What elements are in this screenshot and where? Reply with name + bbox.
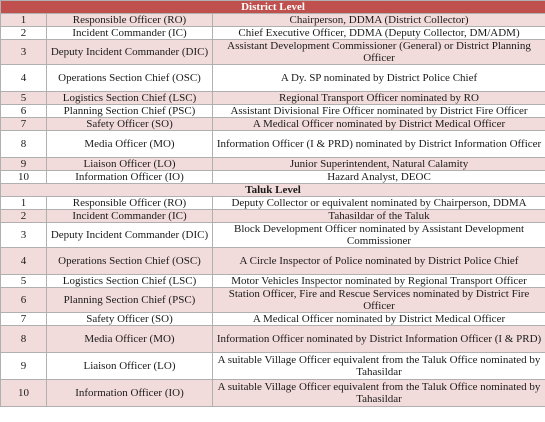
row-number: 4	[0, 247, 47, 275]
role-cell: Deputy Incident Commander (DIC)	[46, 222, 213, 248]
assignee-cell: A suitable Village Officer equivalent fr…	[211, 352, 545, 380]
role-cell: Operations Section Chief (OSC)	[46, 64, 213, 92]
role-cell: Incident Commander (IC)	[46, 26, 213, 40]
role-cell: Logistics Section Chief (LSC)	[46, 274, 213, 288]
table-row: 3 Deputy Incident Commander (DIC) Assist…	[0, 39, 545, 65]
row-number: 2	[0, 26, 47, 40]
table-row: 7 Safety Officer (SO) A Medical Officer …	[0, 312, 545, 326]
assignee-cell: A Medical Officer nominated by District …	[211, 312, 545, 326]
role-cell: Safety Officer (SO)	[46, 312, 213, 326]
row-number: 5	[0, 274, 47, 288]
table-row: 10 Information Officer (IO) A suitable V…	[0, 379, 545, 407]
table-row: 4 Operations Section Chief (OSC) A Dy. S…	[0, 64, 545, 92]
table-row: 6 Planning Section Chief (PSC) Station O…	[0, 287, 545, 313]
table-row: 8 Media Officer (MO) Information Officer…	[0, 130, 545, 158]
row-number: 7	[0, 117, 47, 131]
assignee-cell: Assistant Development Commissioner (Gene…	[211, 39, 545, 65]
row-number: 9	[0, 352, 47, 380]
role-cell: Information Officer (IO)	[46, 379, 213, 407]
role-cell: Deputy Incident Commander (DIC)	[46, 39, 213, 65]
assignee-cell: A Medical Officer nominated by District …	[211, 117, 545, 131]
assignee-cell: Information Officer nominated by Distric…	[211, 325, 545, 353]
assignee-cell: A Dy. SP nominated by District Police Ch…	[211, 64, 545, 92]
taluk-level-heading: Taluk Level	[0, 183, 545, 197]
table-row: 1 Responsible Officer (RO) Chairperson, …	[0, 13, 545, 27]
row-number: 1	[0, 13, 47, 27]
assignee-cell: A suitable Village Officer equivalent fr…	[211, 379, 545, 407]
role-cell: Operations Section Chief (OSC)	[46, 247, 213, 275]
role-cell: Liaison Officer (LO)	[46, 157, 213, 171]
row-number: 8	[0, 130, 47, 158]
row-number: 1	[0, 196, 47, 210]
assignee-cell: Tahasildar of the Taluk	[211, 209, 545, 223]
role-cell: Responsible Officer (RO)	[46, 13, 213, 27]
assignee-cell: Junior Superintendent, Natural Calamity	[211, 157, 545, 171]
assignee-cell: Deputy Collector or equivalent nominated…	[211, 196, 545, 210]
assignee-cell: Motor Vehicles Inspector nominated by Re…	[211, 274, 545, 288]
table-row: 1 Responsible Officer (RO) Deputy Collec…	[0, 196, 545, 210]
row-number: 6	[0, 287, 47, 313]
table-row: 5 Logistics Section Chief (LSC) Motor Ve…	[0, 274, 545, 288]
role-cell: Responsible Officer (RO)	[46, 196, 213, 210]
assignee-cell: Block Development Officer nominated by A…	[211, 222, 545, 248]
table-row: 2 Incident Commander (IC) Chief Executiv…	[0, 26, 545, 40]
role-cell: Planning Section Chief (PSC)	[46, 104, 213, 118]
role-cell: Media Officer (MO)	[46, 130, 213, 158]
row-number: 8	[0, 325, 47, 353]
row-number: 7	[0, 312, 47, 326]
table-row: 9 Liaison Officer (LO) A suitable Villag…	[0, 352, 545, 380]
role-cell: Incident Commander (IC)	[46, 209, 213, 223]
row-number: 10	[0, 170, 47, 184]
row-number: 5	[0, 91, 47, 105]
assignee-cell: Hazard Analyst, DEOC	[211, 170, 545, 184]
table-row: 7 Safety Officer (SO) A Medical Officer …	[0, 117, 545, 131]
assignee-cell: Regional Transport Officer nominated by …	[211, 91, 545, 105]
row-number: 10	[0, 379, 47, 407]
table-row: 10 Information Officer (IO) Hazard Analy…	[0, 170, 545, 184]
row-number: 4	[0, 64, 47, 92]
table-row: 4 Operations Section Chief (OSC) A Circl…	[0, 247, 545, 275]
row-number: 3	[0, 39, 47, 65]
table-row: 2 Incident Commander (IC) Tahasildar of …	[0, 209, 545, 223]
assignee-cell: Assistant Divisional Fire Officer nomina…	[211, 104, 545, 118]
row-number: 2	[0, 209, 47, 223]
table-row: 6 Planning Section Chief (PSC) Assistant…	[0, 104, 545, 118]
role-cell: Media Officer (MO)	[46, 325, 213, 353]
table-row: 8 Media Officer (MO) Information Officer…	[0, 325, 545, 353]
assignee-cell: Station Officer, Fire and Rescue Service…	[211, 287, 545, 313]
assignee-cell: Chairperson, DDMA (District Collector)	[211, 13, 545, 27]
district-level-heading: District Level	[0, 0, 545, 14]
row-number: 9	[0, 157, 47, 171]
role-cell: Liaison Officer (LO)	[46, 352, 213, 380]
role-cell: Safety Officer (SO)	[46, 117, 213, 131]
role-cell: Planning Section Chief (PSC)	[46, 287, 213, 313]
row-number: 3	[0, 222, 47, 248]
table-row: 9 Liaison Officer (LO) Junior Superinten…	[0, 157, 545, 171]
role-cell: Information Officer (IO)	[46, 170, 213, 184]
role-cell: Logistics Section Chief (LSC)	[46, 91, 213, 105]
assignee-cell: A Circle Inspector of Police nominated b…	[211, 247, 545, 275]
table-row: 3 Deputy Incident Commander (DIC) Block …	[0, 222, 545, 248]
assignee-cell: Information Officer (I & PRD) nominated …	[211, 130, 545, 158]
officer-assignment-table: District Level 1 Responsible Officer (RO…	[0, 0, 545, 407]
assignee-cell: Chief Executive Officer, DDMA (Deputy Co…	[211, 26, 545, 40]
row-number: 6	[0, 104, 47, 118]
table-row: 5 Logistics Section Chief (LSC) Regional…	[0, 91, 545, 105]
